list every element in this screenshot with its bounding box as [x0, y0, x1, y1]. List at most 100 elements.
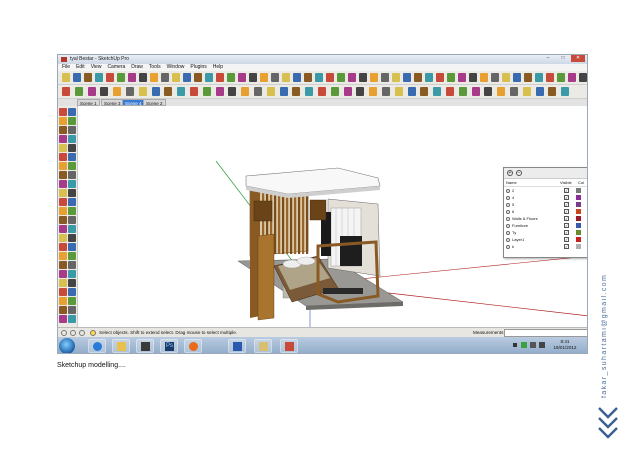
col-name[interactable]: Name — [504, 179, 560, 186]
add-layer-button[interactable]: + — [507, 170, 513, 176]
layer-visible-checkbox[interactable]: ✓ — [564, 237, 569, 242]
palette-tool-icon[interactable] — [59, 153, 67, 161]
layer-color-swatch[interactable] — [576, 244, 581, 249]
toolbar-tool-icon[interactable] — [113, 87, 122, 96]
layer-color-swatch[interactable] — [576, 237, 581, 242]
layer-row[interactable]: 6 ✓ — [504, 208, 587, 215]
model-viewport[interactable]: + − Name Visible Col 2 ✓ 4 ✓ 5 ✓ 6 ✓ Walls & Flo… — [78, 106, 587, 327]
toolbar-tool-icon[interactable] — [392, 73, 400, 82]
toolbar-tool-icon[interactable] — [279, 87, 288, 96]
taskbar-media[interactable] — [136, 339, 154, 353]
palette-tool-icon[interactable] — [59, 126, 67, 134]
layer-active-radio[interactable] — [506, 195, 510, 200]
toolbar-tool-icon[interactable] — [535, 87, 544, 96]
toolbar-tool-icon[interactable] — [293, 73, 301, 82]
toolbar-tool-icon[interactable] — [249, 73, 257, 82]
palette-tool-icon[interactable] — [68, 243, 76, 251]
tab-scene-1[interactable]: Scene 1 — [77, 99, 100, 106]
toolbar-tool-icon[interactable] — [356, 87, 365, 96]
toolbar-tool-icon[interactable] — [282, 73, 290, 82]
toolbar-tool-icon[interactable] — [326, 73, 334, 82]
palette-tool-icon[interactable] — [68, 207, 76, 215]
menu-window[interactable]: Window — [167, 64, 185, 71]
layer-color-swatch[interactable] — [576, 209, 581, 214]
toolbar-tool-icon[interactable] — [254, 87, 262, 96]
toolbar-tool-icon[interactable] — [502, 73, 510, 82]
palette-tool-icon[interactable] — [59, 135, 67, 143]
palette-tool-icon[interactable] — [59, 234, 67, 242]
menu-help[interactable]: Help — [213, 64, 223, 71]
toolbar-tool-icon[interactable] — [407, 87, 416, 96]
toolbar-tool-icon[interactable] — [568, 73, 576, 82]
taskbar-sketchup[interactable] — [280, 339, 298, 353]
palette-tool-icon[interactable] — [68, 297, 76, 305]
toolbar-tool-icon[interactable] — [62, 87, 70, 96]
toolbar-tool-icon[interactable] — [447, 73, 455, 82]
toolbar-tool-icon[interactable] — [348, 73, 356, 82]
toolbar-tool-icon[interactable] — [139, 73, 147, 82]
toolbar-tool-icon[interactable] — [164, 87, 173, 96]
toolbar-tool-icon[interactable] — [205, 73, 213, 82]
taskbar-firefox[interactable] — [184, 339, 202, 353]
layer-visible-checkbox[interactable]: ✓ — [564, 230, 569, 235]
toolbar-tool-icon[interactable] — [106, 73, 114, 82]
toolbar-tool-icon[interactable] — [369, 87, 378, 96]
layer-row[interactable]: 4 ✓ — [504, 194, 587, 201]
toolbar-tool-icon[interactable] — [579, 73, 587, 82]
toolbar-tool-icon[interactable] — [172, 73, 180, 82]
toolbar-tool-icon[interactable] — [151, 87, 160, 96]
layer-visible-checkbox[interactable]: ✓ — [564, 216, 569, 221]
toolbar-tool-icon[interactable] — [100, 87, 109, 96]
palette-tool-icon[interactable] — [68, 153, 76, 161]
toolbar-tool-icon[interactable] — [480, 73, 488, 82]
toolbar-tool-icon[interactable] — [260, 73, 268, 82]
menu-file[interactable]: File — [62, 64, 70, 71]
palette-tool-icon[interactable] — [68, 126, 76, 134]
toolbar-tool-icon[interactable] — [228, 87, 237, 96]
palette-tool-icon[interactable] — [68, 261, 76, 269]
palette-tool-icon[interactable] — [68, 117, 76, 125]
tab-scene-4[interactable]: Scene 4 — [122, 99, 145, 106]
palette-tool-icon[interactable] — [68, 189, 76, 197]
menu-draw[interactable]: Draw — [131, 64, 143, 71]
layer-row[interactable]: k ✓ — [504, 243, 587, 250]
toolbar-tool-icon[interactable] — [471, 87, 480, 96]
toolbar-tool-icon[interactable] — [62, 73, 70, 82]
toolbar-tool-icon[interactable] — [546, 73, 554, 82]
toolbar-tool-icon[interactable] — [381, 73, 389, 82]
start-button[interactable] — [59, 338, 75, 353]
toolbar-tool-icon[interactable] — [216, 73, 224, 82]
toolbar-tool-icon[interactable] — [497, 87, 506, 96]
palette-tool-icon[interactable] — [59, 189, 67, 197]
toolbar-tool-icon[interactable] — [305, 87, 314, 96]
toolbar-tool-icon[interactable] — [524, 73, 532, 82]
toolbar-tool-icon[interactable] — [446, 87, 454, 96]
layer-active-radio[interactable] — [506, 230, 510, 235]
toolbar-tool-icon[interactable] — [194, 73, 202, 82]
toolbar-tool-icon[interactable] — [359, 73, 367, 82]
toolbar-tool-icon[interactable] — [271, 73, 279, 82]
palette-tool-icon[interactable] — [59, 144, 67, 152]
layer-visible-checkbox[interactable]: ✓ — [564, 202, 569, 207]
layer-color-swatch[interactable] — [576, 216, 581, 221]
taskbar-explorer[interactable] — [254, 339, 272, 353]
toolbar-tool-icon[interactable] — [87, 87, 96, 96]
tab-scene-3[interactable]: Scene 3 — [101, 99, 124, 106]
toolbar-tool-icon[interactable] — [315, 73, 323, 82]
menu-camera[interactable]: Camera — [107, 64, 125, 71]
taskbar-folder[interactable] — [112, 339, 130, 353]
palette-tool-icon[interactable] — [68, 252, 76, 260]
layer-visible-checkbox[interactable]: ✓ — [564, 188, 569, 193]
palette-tool-icon[interactable] — [68, 270, 76, 278]
layer-active-radio[interactable] — [506, 237, 510, 242]
menu-view[interactable]: View — [91, 64, 102, 71]
toolbar-tool-icon[interactable] — [304, 73, 312, 82]
layer-active-radio[interactable] — [506, 216, 510, 221]
toolbar-tool-icon[interactable] — [484, 87, 493, 96]
palette-tool-icon[interactable] — [59, 252, 67, 260]
layer-active-radio[interactable] — [506, 202, 510, 207]
palette-tool-icon[interactable] — [59, 216, 67, 224]
palette-tool-icon[interactable] — [68, 180, 76, 188]
remove-layer-button[interactable]: − — [516, 170, 522, 176]
layer-row[interactable]: Walls & Floors ✓ — [504, 215, 587, 222]
